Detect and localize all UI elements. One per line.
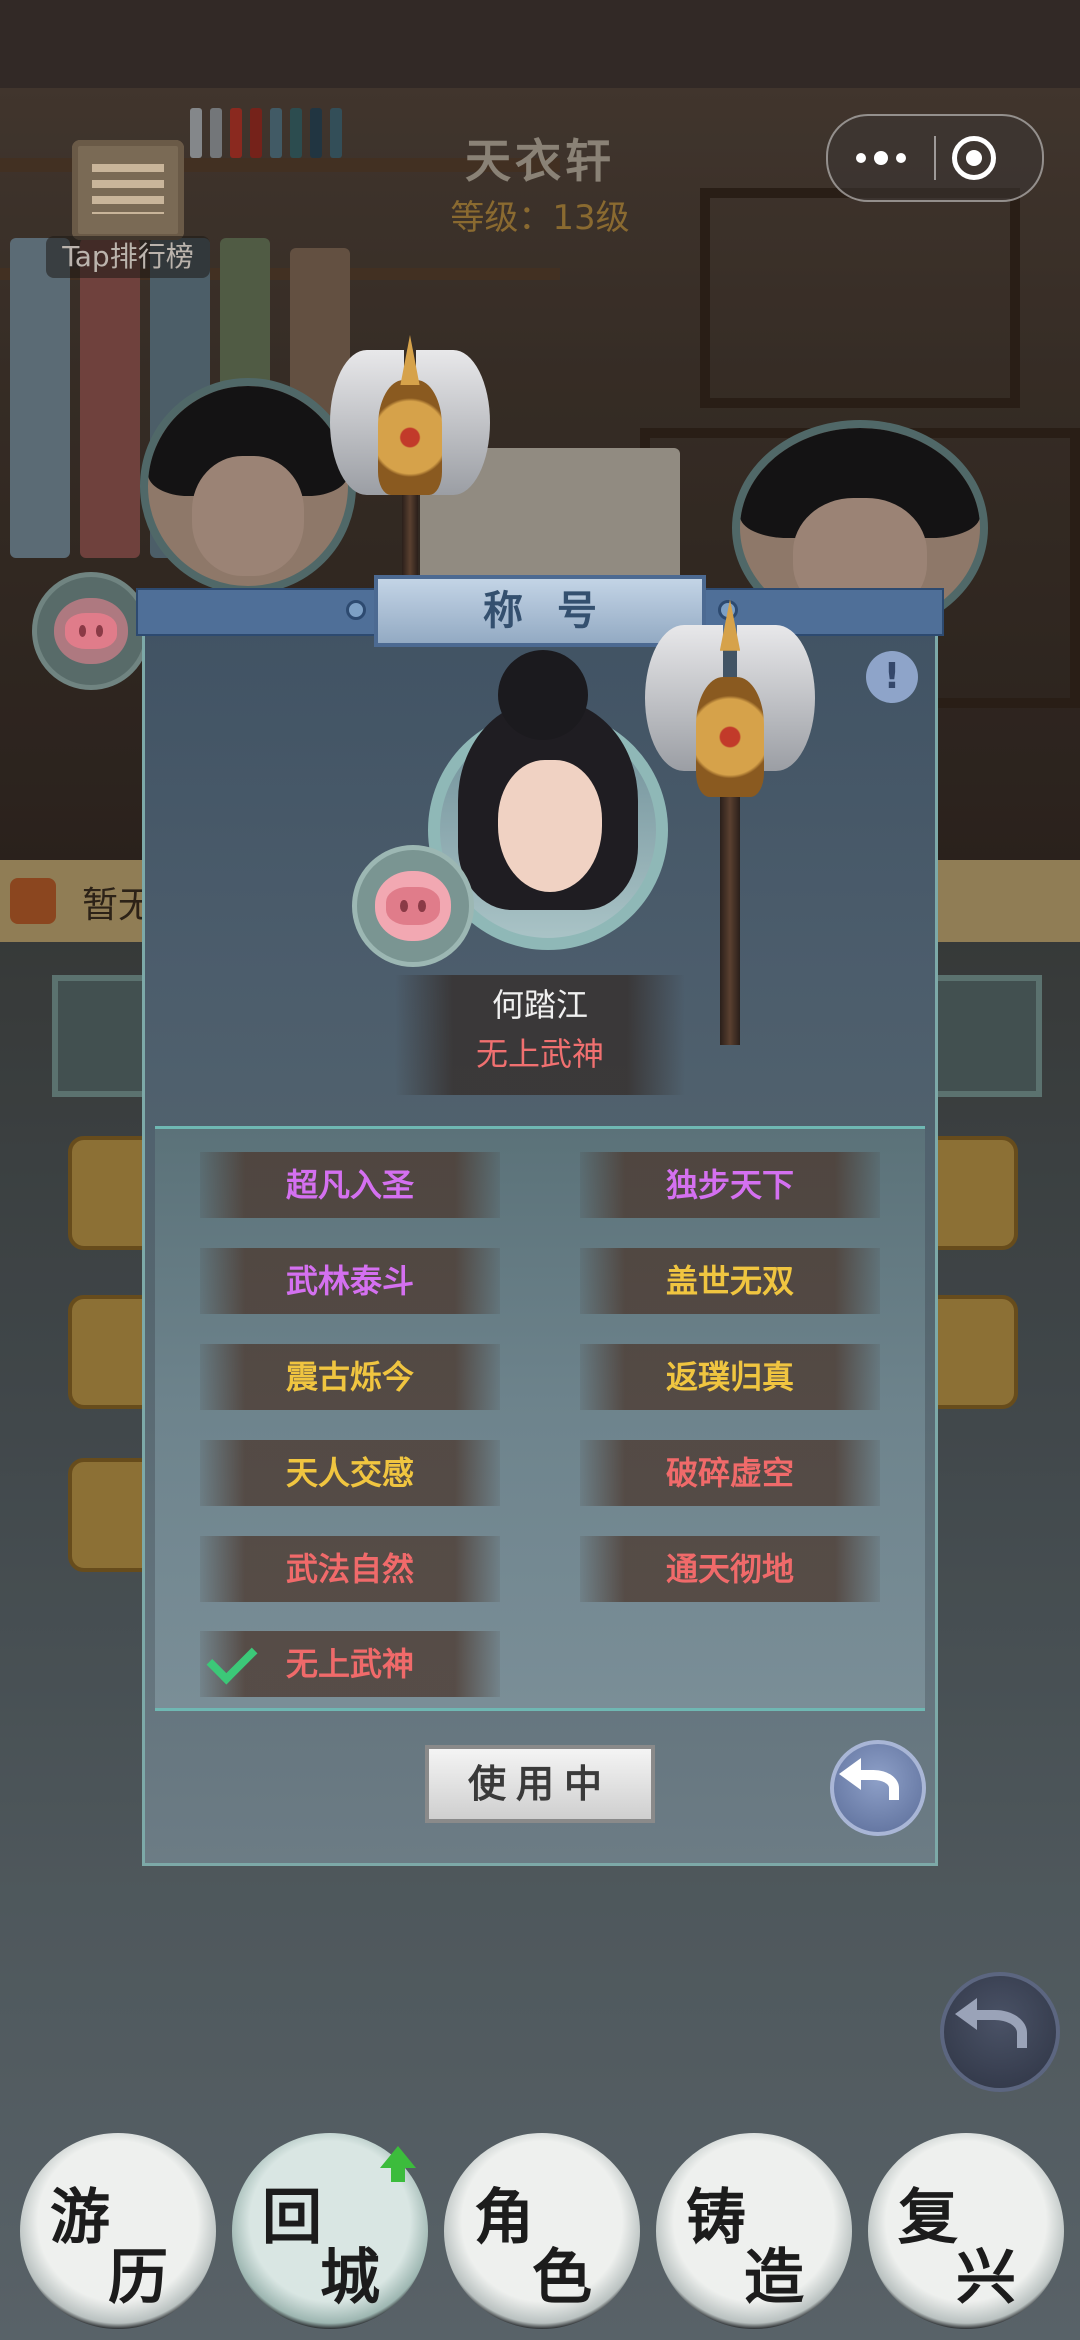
nav-char: 兴 [956, 2243, 1016, 2313]
in-use-button[interactable]: 使用中 [425, 1745, 655, 1823]
nav-char: 角 [474, 2183, 534, 2253]
player-pig-badge-icon [352, 845, 474, 967]
info-icon[interactable]: ! [866, 651, 918, 703]
title-item[interactable]: 震古烁今 [200, 1344, 500, 1410]
page-back-button[interactable] [940, 1972, 1060, 2092]
nav-character-button[interactable]: 角 色 [444, 2133, 640, 2329]
title-item[interactable]: 盖世无双 [580, 1248, 880, 1314]
nav-char: 游 [50, 2183, 110, 2253]
nav-char: 铸 [686, 2183, 746, 2253]
leaderboard-label[interactable]: Tap排行榜 [46, 236, 210, 278]
miniprogram-capsule [826, 114, 1044, 202]
title-item[interactable]: 武林泰斗 [200, 1248, 500, 1314]
nav-forge-button[interactable]: 铸 造 [656, 2133, 852, 2329]
title-item[interactable]: 返璞归真 [580, 1344, 880, 1410]
nav-travel-button[interactable]: 游 历 [20, 2133, 216, 2329]
player-current-title: 无上武神 [475, 1035, 604, 1073]
nav-char: 城 [320, 2243, 380, 2313]
nav-char: 造 [744, 2243, 804, 2313]
more-icon[interactable] [828, 116, 934, 200]
modal-back-button[interactable] [830, 1740, 926, 1836]
close-miniprogram-icon[interactable] [952, 136, 996, 180]
nav-char: 复 [898, 2183, 958, 2253]
title-item[interactable]: 天人交感 [200, 1440, 500, 1506]
up-arrow-icon [380, 2146, 416, 2182]
halberd-icon-background [330, 335, 490, 600]
return-arrow-icon [955, 1997, 1027, 2048]
title-item[interactable]: 通天彻地 [580, 1536, 880, 1602]
nav-char: 回 [262, 2183, 322, 2253]
bar-knob-left [346, 600, 366, 620]
title-item[interactable]: 超凡入圣 [200, 1152, 500, 1218]
title-item[interactable]: 破碎虚空 [580, 1440, 880, 1506]
scroll-icon[interactable] [72, 140, 184, 240]
nav-char: 色 [532, 2243, 592, 2313]
player-name: 何踏江 [491, 986, 588, 1024]
title-item[interactable]: 武法自然 [200, 1536, 500, 1602]
nav-revive-button[interactable]: 复 兴 [868, 2133, 1064, 2329]
nav-char: 历 [108, 2243, 168, 2313]
title-item[interactable]: 独步天下 [580, 1152, 880, 1218]
return-arrow-icon [838, 1758, 900, 1801]
